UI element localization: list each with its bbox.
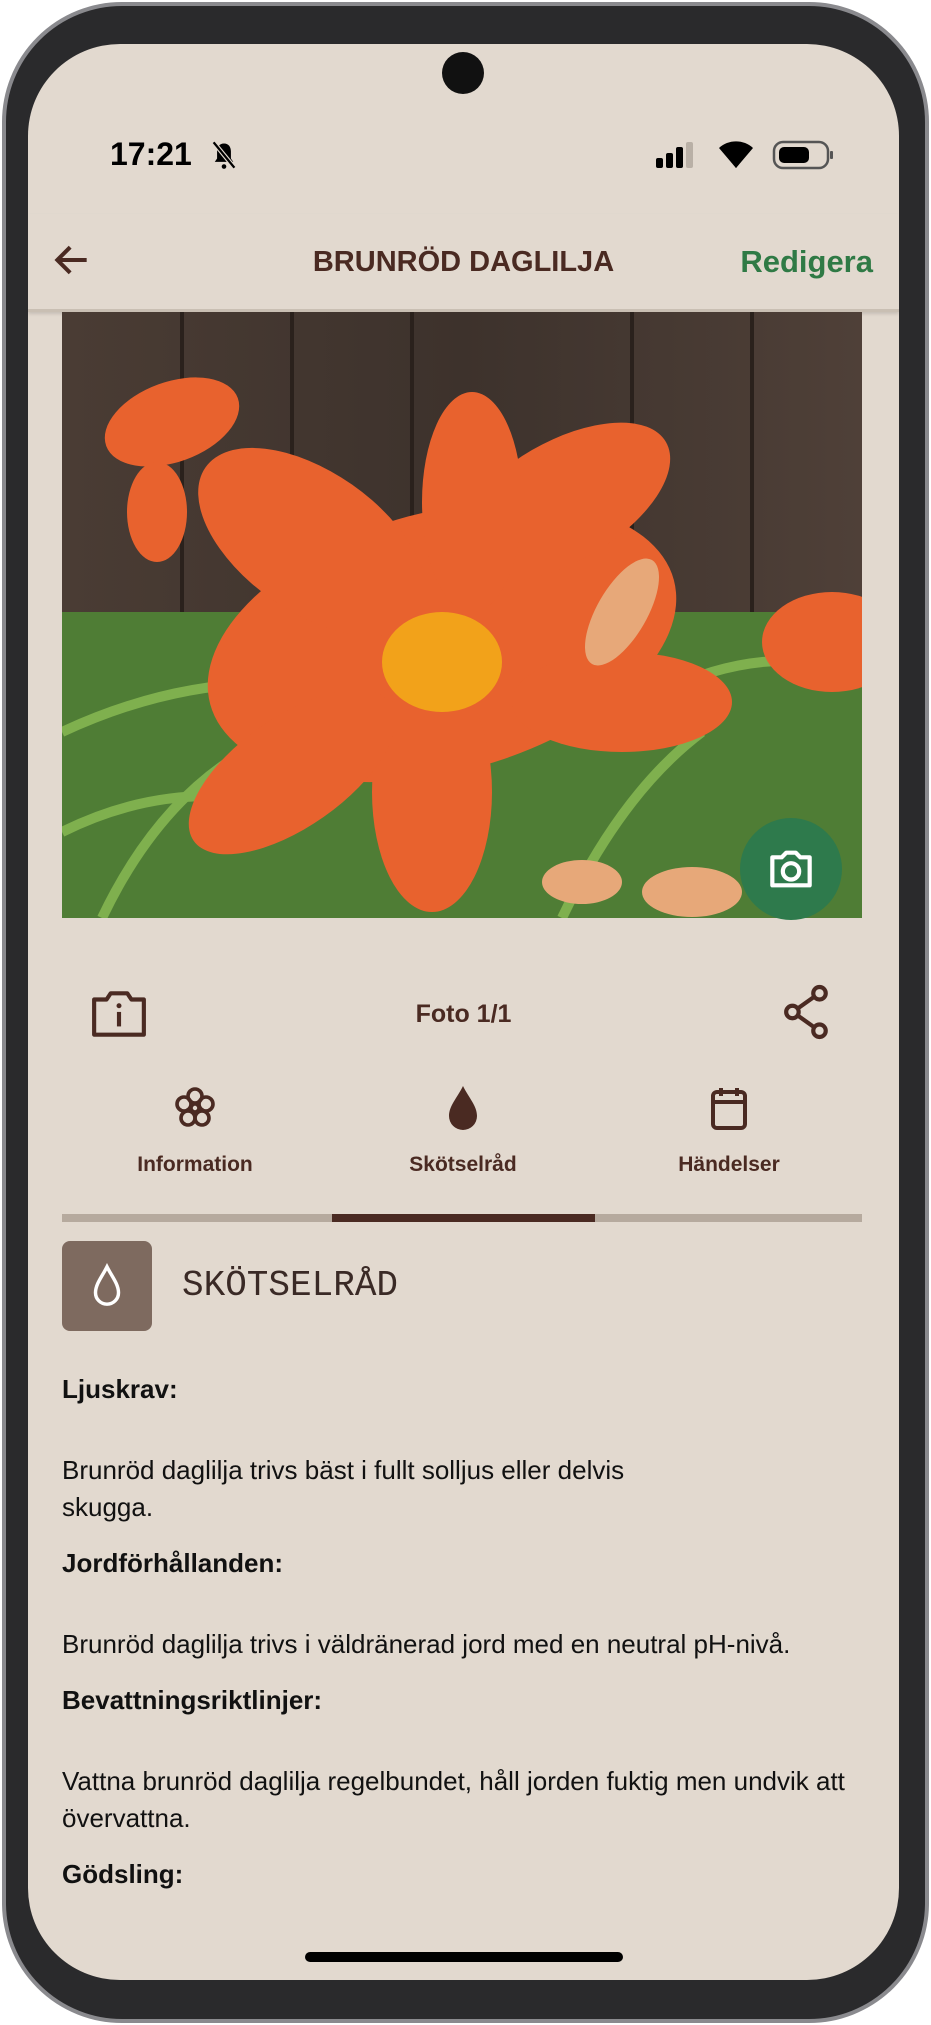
tab-indicator-track <box>62 1214 862 1222</box>
drop-icon <box>449 1086 477 1130</box>
care-heading: Bevattningsriktlinjer: <box>62 1685 323 1715</box>
calendar-icon <box>711 1088 747 1130</box>
battery-icon <box>772 140 833 170</box>
share-icon[interactable] <box>782 984 832 1040</box>
care-text: Brunröd daglilja trivs bäst i fullt soll… <box>62 1455 625 1522</box>
photo-counter: Foto 1/1 <box>415 1000 512 1028</box>
care-text: Vattna brunröd daglilja regelbundet, hål… <box>62 1766 845 1833</box>
section-icon-box <box>62 1241 152 1331</box>
signal-icon <box>656 142 693 168</box>
tab-skotselrad[interactable]: Skötselråd <box>330 1084 596 1177</box>
status-time: 17:21 <box>110 136 192 172</box>
care-heading: Ljuskrav: <box>62 1374 178 1404</box>
photo-toolbar: Foto 1/1 <box>28 982 899 1042</box>
camera-icon <box>770 850 812 888</box>
tab-label: Information <box>137 1153 253 1176</box>
care-heading: Jordförhållanden: <box>62 1548 284 1578</box>
tab-label: Skötselråd <box>409 1153 517 1176</box>
front-camera <box>442 52 484 94</box>
status-bar: 17:21 <box>28 136 899 176</box>
home-indicator[interactable] <box>305 1952 623 1962</box>
tab-bar: Information Skötselråd Händelser <box>62 1084 862 1224</box>
tab-label: Händelser <box>678 1153 780 1176</box>
edit-button[interactable]: Redigera <box>740 244 873 280</box>
bell-off-icon <box>211 140 237 170</box>
camera-button[interactable] <box>740 818 842 920</box>
tab-information[interactable]: Information <box>62 1084 328 1177</box>
care-content: Ljuskrav: Brunröd daglilja trivs bäst i … <box>62 1374 862 1937</box>
flower-icon <box>175 1087 215 1127</box>
care-text: Brunröd daglilja trivs i väldränerad jor… <box>62 1629 791 1659</box>
tab-handelser[interactable]: Händelser <box>596 1084 862 1177</box>
app-bar: BRUNRÖD DAGLILJA Redigera <box>28 214 899 312</box>
section-title: SKÖTSELRÅD <box>182 1265 399 1306</box>
drop-outline-icon <box>93 1263 121 1306</box>
screen: 17:21 BRUNRÖD DAGLILJA Redigera Foto 1/1… <box>28 44 899 1980</box>
plant-photo[interactable] <box>62 312 862 918</box>
care-heading: Gödsling: <box>62 1859 184 1889</box>
wifi-icon <box>719 141 753 168</box>
tab-indicator-active <box>332 1214 595 1222</box>
